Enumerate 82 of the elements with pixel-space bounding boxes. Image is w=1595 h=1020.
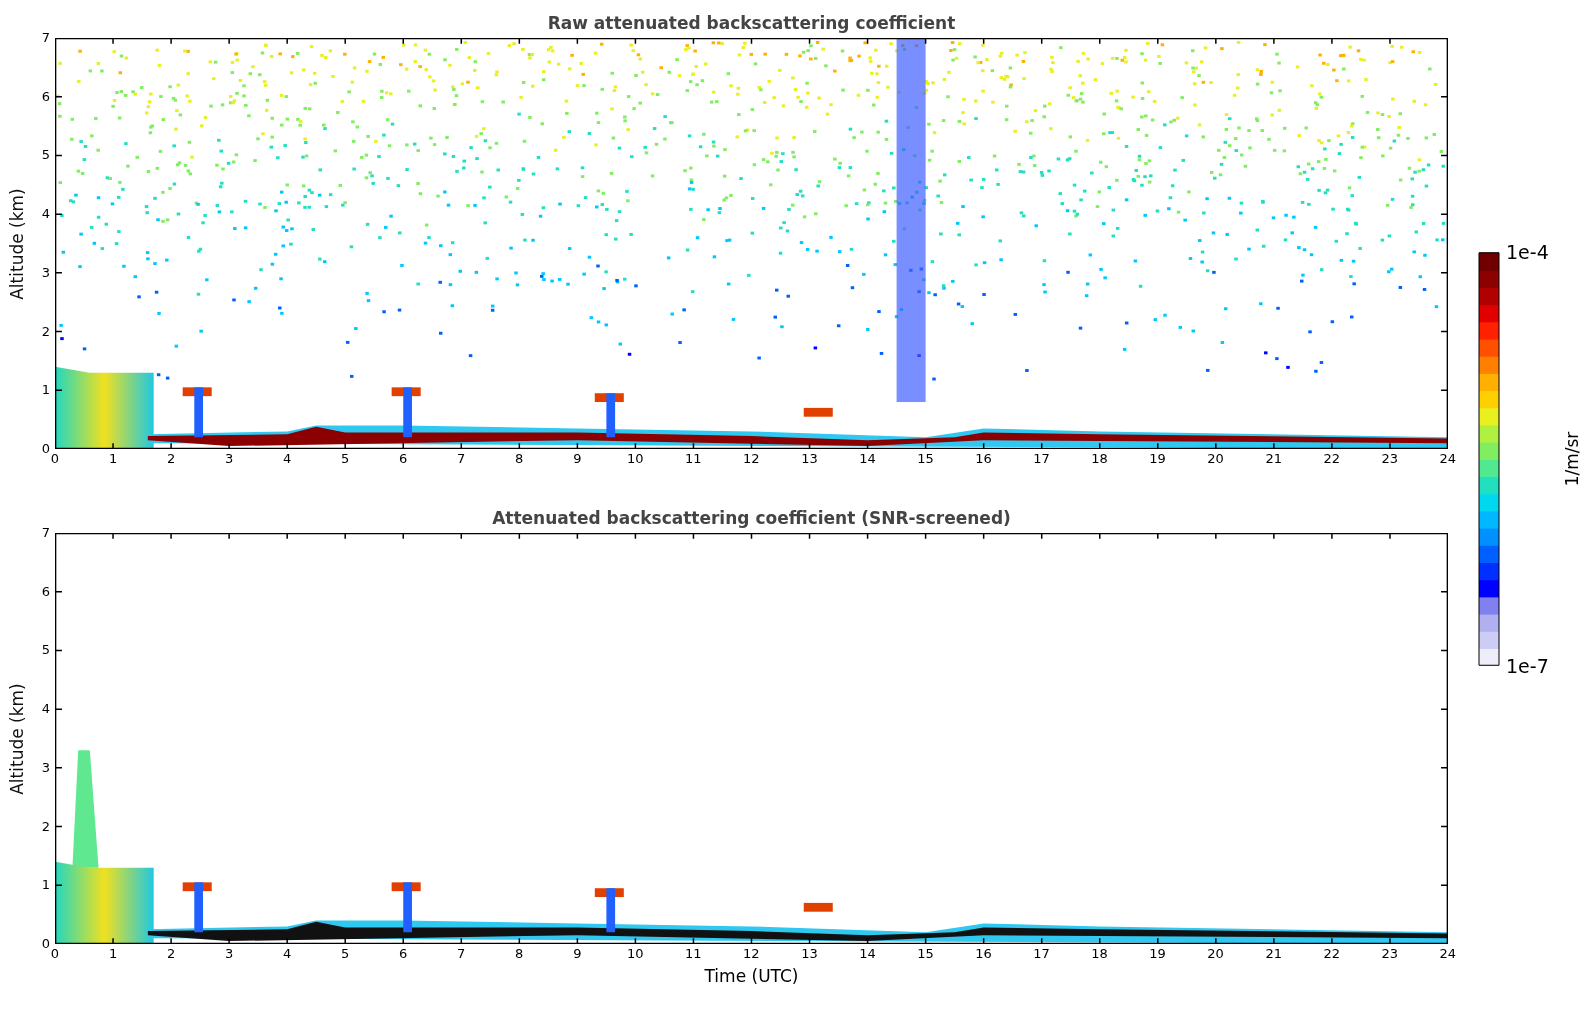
x-tick-label: 21 [1264, 450, 1283, 468]
colorbar-min-label: 1e-7 [1506, 654, 1549, 679]
x-tick-label: 20 [1206, 945, 1225, 963]
x-tick-label: 10 [626, 945, 645, 963]
x-tick-label: 7 [456, 450, 467, 468]
x-tick-label: 23 [1380, 945, 1399, 963]
y-tick-label: 4 [40, 206, 51, 223]
cloud-patch [391, 387, 421, 438]
x-tick-label: 1 [107, 450, 119, 468]
x-tick-label: 17 [1032, 945, 1051, 963]
x-tick-label: 24 [1438, 945, 1457, 963]
y-tick-label: 6 [40, 88, 51, 105]
y-tick-label: 7 [40, 30, 51, 46]
x-tick-label: 11 [684, 450, 703, 468]
x-tick-label: 24 [1438, 450, 1457, 468]
y-tick-label: 6 [40, 583, 51, 600]
cloud-patch [594, 393, 624, 438]
y-tick-label: 1 [40, 382, 51, 399]
x-tick-label: 1 [107, 945, 119, 963]
y-tick-label: 2 [40, 323, 51, 340]
x-tick-label: 2 [165, 945, 177, 963]
x-tick-label: 14 [858, 450, 877, 468]
cloud-patch [182, 387, 212, 438]
y-tick-label: 0 [40, 440, 51, 457]
x-tick-label: 13 [800, 450, 819, 468]
y-tick-label: 3 [40, 759, 51, 776]
x-tick-label: 6 [398, 450, 409, 468]
x-tick-label: 4 [282, 450, 293, 468]
x-tick-label: 11 [684, 945, 703, 963]
y-tick-label: 1 [40, 877, 51, 894]
x-tick-label: 19 [1148, 450, 1167, 468]
x-tick-label: 18 [1090, 945, 1109, 963]
x-tick-label: 8 [514, 450, 525, 468]
y-tick-label: 0 [40, 935, 51, 952]
x-tick-label: 4 [282, 945, 293, 963]
x-tick-label: 9 [572, 945, 583, 963]
y-tick-label: 4 [40, 701, 51, 718]
x-tick-label: 8 [514, 945, 525, 963]
x-tick-label: 13 [800, 945, 819, 963]
x-tick-label: 22 [1322, 945, 1341, 963]
chart-title: Raw attenuated backscattering coefficient [546, 13, 957, 33]
x-tick-label: 15 [916, 945, 935, 963]
x-tick-label: 12 [742, 945, 761, 963]
x-tick-label: 22 [1322, 450, 1341, 468]
x-tick-label: 19 [1148, 945, 1167, 963]
x-tick-label: 5 [340, 450, 351, 468]
x-tick-label: 14 [858, 945, 877, 963]
x-tick-label: 5 [340, 945, 351, 963]
x-tick-label: 21 [1264, 945, 1283, 963]
x-tick-label: 3 [223, 945, 235, 963]
x-tick-label: 16 [974, 945, 993, 963]
x-tick-label: 12 [742, 450, 761, 468]
x-tick-label: 6 [398, 945, 409, 963]
cloud-patch [803, 902, 833, 912]
x-tick-label: 0 [49, 450, 61, 468]
x-tick-label: 9 [572, 450, 583, 468]
chart-title: Attenuated backscattering coefficient (SNR-screened) [491, 508, 1012, 528]
y-tick-label: 5 [40, 642, 51, 659]
x-tick-label: 18 [1090, 450, 1109, 468]
colorbar-max-label: 1e-4 [1506, 240, 1549, 265]
cloud-patch [594, 888, 624, 933]
x-tick-label: 20 [1206, 450, 1225, 468]
x-tick-label: 3 [223, 450, 235, 468]
x-tick-label: 15 [916, 450, 935, 468]
y-axis-label: Altitude (km) [7, 682, 27, 795]
cloud-patch [803, 407, 833, 417]
y-tick-label: 7 [40, 525, 51, 541]
x-tick-label: 16 [974, 450, 993, 468]
colorbar-title: 1/m/sr [1562, 431, 1583, 487]
y-axis-label: Altitude (km) [7, 187, 27, 300]
x-tick-label: 10 [626, 450, 645, 468]
cloud-patch [182, 882, 212, 933]
x-tick-label: 17 [1032, 450, 1051, 468]
y-tick-label: 5 [40, 147, 51, 164]
x-axis-label: Time (UTC) [704, 966, 799, 986]
y-tick-label: 2 [40, 818, 51, 835]
cloud-patch [391, 882, 421, 933]
x-tick-label: 2 [165, 450, 177, 468]
x-tick-label: 7 [456, 945, 467, 963]
x-tick-label: 0 [49, 945, 61, 963]
y-tick-label: 3 [40, 264, 51, 281]
x-tick-label: 23 [1380, 450, 1399, 468]
